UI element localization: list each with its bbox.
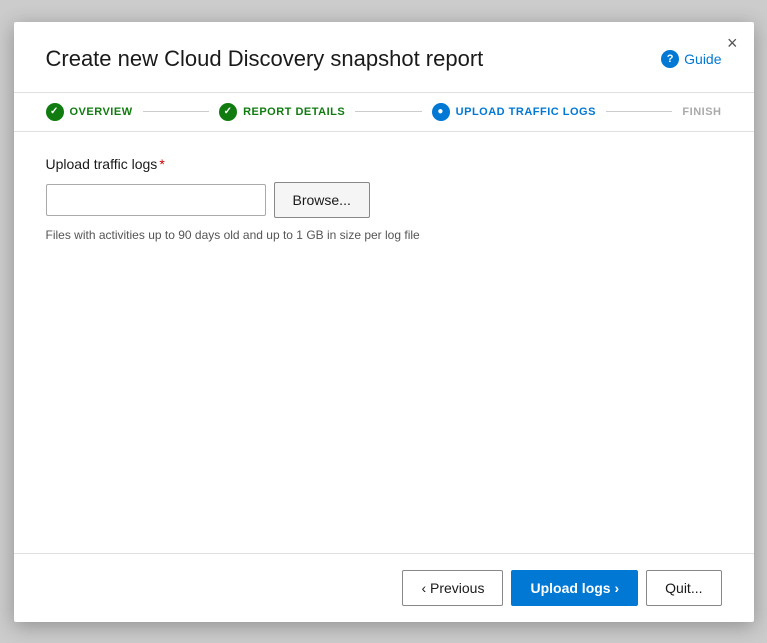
step-upload-label: UPLOAD TRAFFIC LOGS	[456, 106, 596, 118]
step-finish-label: FINISH	[682, 106, 721, 118]
step-report-details-icon: ✓	[219, 103, 237, 121]
file-hint: Files with activities up to 90 days old …	[46, 228, 722, 242]
guide-label: Guide	[684, 51, 721, 67]
step-report-details: ✓ REPORT DETAILS	[219, 103, 345, 121]
upload-logs-button[interactable]: Upload logs ›	[511, 570, 638, 606]
step-overview-icon: ✓	[46, 103, 64, 121]
step-divider-1	[143, 111, 209, 112]
step-upload-icon: ●	[432, 103, 450, 121]
step-overview-label: OVERVIEW	[70, 106, 133, 118]
previous-button[interactable]: ‹ Previous	[402, 570, 503, 606]
guide-icon: ?	[661, 50, 679, 68]
dialog: × Create new Cloud Discovery snapshot re…	[14, 22, 754, 622]
step-report-details-label: REPORT DETAILS	[243, 106, 345, 118]
stepper: ✓ OVERVIEW ✓ REPORT DETAILS ● UPLOAD TRA…	[14, 92, 754, 132]
step-overview: ✓ OVERVIEW	[46, 103, 133, 121]
title-row: Create new Cloud Discovery snapshot repo…	[46, 46, 722, 72]
file-input-row: Browse...	[46, 182, 722, 218]
browse-button[interactable]: Browse...	[274, 182, 370, 218]
dialog-footer: ‹ Previous Upload logs › Quit...	[14, 553, 754, 622]
step-finish: FINISH	[682, 106, 721, 118]
dialog-content: Upload traffic logs* Browse... Files wit…	[14, 132, 754, 553]
step-divider-3	[606, 111, 672, 112]
field-label: Upload traffic logs*	[46, 156, 722, 172]
quit-button[interactable]: Quit...	[646, 570, 721, 606]
required-indicator: *	[159, 156, 164, 172]
close-button[interactable]: ×	[727, 34, 738, 52]
guide-link[interactable]: ? Guide	[661, 50, 721, 68]
file-text-input[interactable]	[46, 184, 266, 216]
dialog-title: Create new Cloud Discovery snapshot repo…	[46, 46, 484, 72]
step-divider-2	[355, 111, 421, 112]
step-upload-traffic-logs: ● UPLOAD TRAFFIC LOGS	[432, 103, 596, 121]
dialog-header: Create new Cloud Discovery snapshot repo…	[14, 22, 754, 92]
